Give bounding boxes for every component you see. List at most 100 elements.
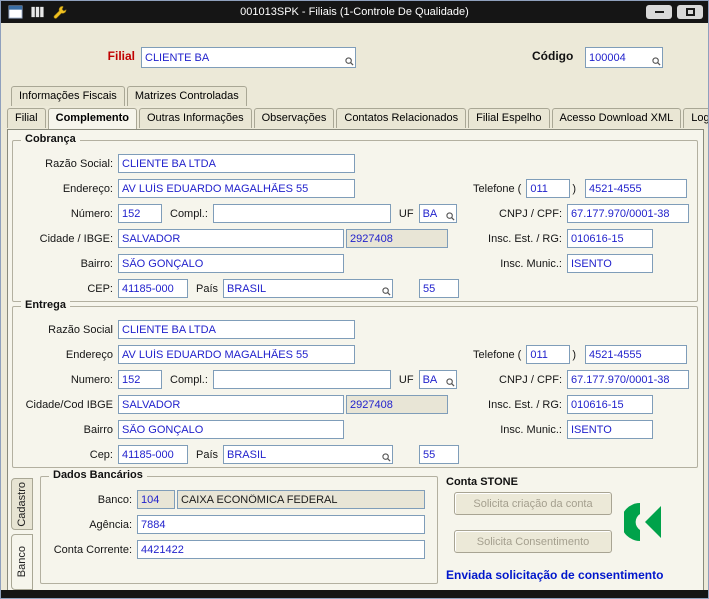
numero-input[interactable] bbox=[118, 204, 162, 223]
tab-observacoes[interactable]: Observações bbox=[253, 108, 335, 128]
razao-social-label: Razão Social: bbox=[45, 157, 113, 170]
compl-input[interactable] bbox=[212, 370, 391, 389]
pais-label: País bbox=[196, 282, 219, 295]
tab-informacoes-fiscais[interactable]: Informações Fiscais bbox=[11, 86, 125, 106]
solicita-consentimento-button[interactable]: Solicita Consentimento bbox=[454, 530, 612, 553]
search-icon[interactable] bbox=[445, 378, 455, 387]
tab-acesso-download-xml[interactable]: Acesso Download XML bbox=[551, 108, 682, 128]
compl-input[interactable] bbox=[212, 204, 391, 223]
razao-social-label: Razão Social bbox=[48, 323, 113, 336]
search-icon[interactable] bbox=[382, 287, 391, 296]
tab-contatos-relacionados[interactable]: Contatos Relacionados bbox=[336, 108, 467, 128]
app-window: 001013SPK - Filiais (1-Controle De Quali… bbox=[0, 0, 709, 599]
conta-corrente-input[interactable] bbox=[137, 540, 425, 559]
stone-green-icon bbox=[621, 502, 664, 542]
endereco-input[interactable] bbox=[118, 345, 355, 364]
compl-label: Compl.: bbox=[170, 373, 208, 386]
agencia-row: Agência: bbox=[49, 514, 429, 535]
tab-matrizes-controladas[interactable]: Matrizes Controladas bbox=[126, 86, 247, 106]
search-icon[interactable] bbox=[652, 57, 661, 66]
endereco-input[interactable] bbox=[118, 179, 355, 198]
telefone-numero-input[interactable] bbox=[585, 345, 687, 364]
side-tab-cadastro[interactable]: Cadastro bbox=[11, 478, 33, 530]
pais-input[interactable] bbox=[223, 279, 394, 298]
cnpj-label: CNPJ / CPF: bbox=[499, 373, 562, 386]
side-tab-cadastro-label: Cadastro bbox=[16, 481, 28, 527]
pais-field bbox=[223, 444, 394, 465]
side-tab-banco[interactable]: Banco bbox=[11, 534, 33, 590]
cobranca-bairro-row: Bairro: Insc. Munic.: bbox=[21, 253, 689, 274]
tab-outras-informacoes[interactable]: Outras Informações bbox=[138, 108, 252, 128]
conta-stone-section: Conta STONE Solicita criação da conta So… bbox=[446, 476, 698, 588]
entrega-razao-row: Razão Social bbox=[21, 319, 689, 340]
search-icon[interactable] bbox=[345, 57, 354, 66]
window-bottom-frame bbox=[1, 590, 708, 598]
tab-filial-espelho[interactable]: Filial Espelho bbox=[468, 108, 550, 128]
insc-est-label: Insc. Est. / RG: bbox=[488, 398, 562, 411]
telefone-ddd-input[interactable] bbox=[526, 345, 571, 364]
razao-social-input[interactable] bbox=[118, 320, 355, 339]
search-icon[interactable] bbox=[382, 453, 391, 462]
cep-input[interactable] bbox=[118, 445, 188, 464]
cobranca-endereco-row: Endereço: Telefone ( ) bbox=[21, 178, 689, 199]
cobranca-numero-row: Número: Compl.: UF CNPJ / CPF: bbox=[21, 203, 689, 224]
minimize-button[interactable] bbox=[646, 5, 672, 19]
agencia-input[interactable] bbox=[137, 515, 425, 534]
cnpj-input[interactable] bbox=[567, 204, 689, 223]
consentimento-status-text: Enviada solicitação de consentimento bbox=[446, 568, 664, 582]
cobranca-cep-row: CEP: País bbox=[21, 278, 689, 299]
columns-icon[interactable] bbox=[28, 4, 46, 20]
restore-button[interactable] bbox=[677, 5, 703, 19]
cidade-input[interactable] bbox=[118, 395, 344, 414]
insc-est-input[interactable] bbox=[567, 395, 653, 414]
uf-field bbox=[418, 203, 457, 224]
banco-row: Banco: bbox=[49, 489, 429, 510]
pais-ddi-input[interactable] bbox=[419, 279, 460, 298]
cobranca-group: Cobrança Razão Social: Endereço: Telefon… bbox=[12, 133, 698, 302]
pais-label: País bbox=[196, 448, 219, 461]
dados-bancarios-group: Dados Bancários Banco: Agência: Conta Co… bbox=[40, 469, 438, 584]
numero-input[interactable] bbox=[118, 370, 162, 389]
tab-log[interactable]: Log bbox=[683, 108, 708, 128]
cnpj-input[interactable] bbox=[567, 370, 689, 389]
solicita-criacao-button[interactable]: Solicita criação da conta bbox=[454, 492, 612, 515]
telefone-numero-input[interactable] bbox=[585, 179, 687, 198]
cep-input[interactable] bbox=[118, 279, 188, 298]
wrench-icon[interactable] bbox=[50, 4, 68, 20]
bairro-input[interactable] bbox=[118, 254, 344, 273]
entrega-numero-row: Numero: Compl.: UF CNPJ / CPF: bbox=[21, 369, 689, 390]
ibge-readonly bbox=[346, 229, 448, 248]
cobranca-legend: Cobrança bbox=[21, 133, 80, 145]
conta-corrente-label: Conta Corrente: bbox=[53, 543, 132, 556]
filial-input[interactable] bbox=[141, 47, 356, 68]
insc-mun-input[interactable] bbox=[567, 254, 653, 273]
pais-ddi-input[interactable] bbox=[419, 445, 460, 464]
dados-bancarios-legend: Dados Bancários bbox=[49, 469, 147, 481]
endereco-label: Endereço: bbox=[62, 182, 113, 195]
insc-mun-input[interactable] bbox=[567, 420, 653, 439]
bairro-label: Bairro bbox=[83, 423, 113, 436]
insc-est-input[interactable] bbox=[567, 229, 653, 248]
complemento-panel: Cobrança Razão Social: Endereço: Telefon… bbox=[7, 129, 704, 591]
tab-filial[interactable]: Filial bbox=[7, 108, 46, 128]
conta-corrente-row: Conta Corrente: bbox=[49, 539, 429, 560]
tab-complemento[interactable]: Complemento bbox=[47, 108, 137, 129]
compl-label: Compl.: bbox=[170, 207, 208, 220]
filial-label: Filial bbox=[107, 49, 135, 63]
pais-input[interactable] bbox=[223, 445, 394, 464]
cidade-input[interactable] bbox=[118, 229, 344, 248]
insc-mun-label: Insc. Munic.: bbox=[500, 423, 562, 436]
search-icon[interactable] bbox=[445, 212, 455, 221]
cobranca-cidade-row: Cidade / IBGE: Insc. Est. / RG: bbox=[21, 228, 689, 249]
insc-est-label: Insc. Est. / RG: bbox=[488, 232, 562, 245]
telefone-ddd-input[interactable] bbox=[526, 179, 571, 198]
cidade-label: Cidade / IBGE: bbox=[39, 232, 113, 245]
agencia-label: Agência: bbox=[89, 518, 132, 531]
main-tab-bar: Filial Complemento Outras Informações Ob… bbox=[7, 108, 708, 129]
pais-field bbox=[223, 278, 394, 299]
codigo-label: Código bbox=[532, 49, 574, 63]
razao-social-input[interactable] bbox=[118, 154, 355, 173]
banco-codigo-input[interactable] bbox=[137, 490, 175, 509]
app-window-icon[interactable] bbox=[6, 4, 24, 20]
bairro-input[interactable] bbox=[118, 420, 344, 439]
